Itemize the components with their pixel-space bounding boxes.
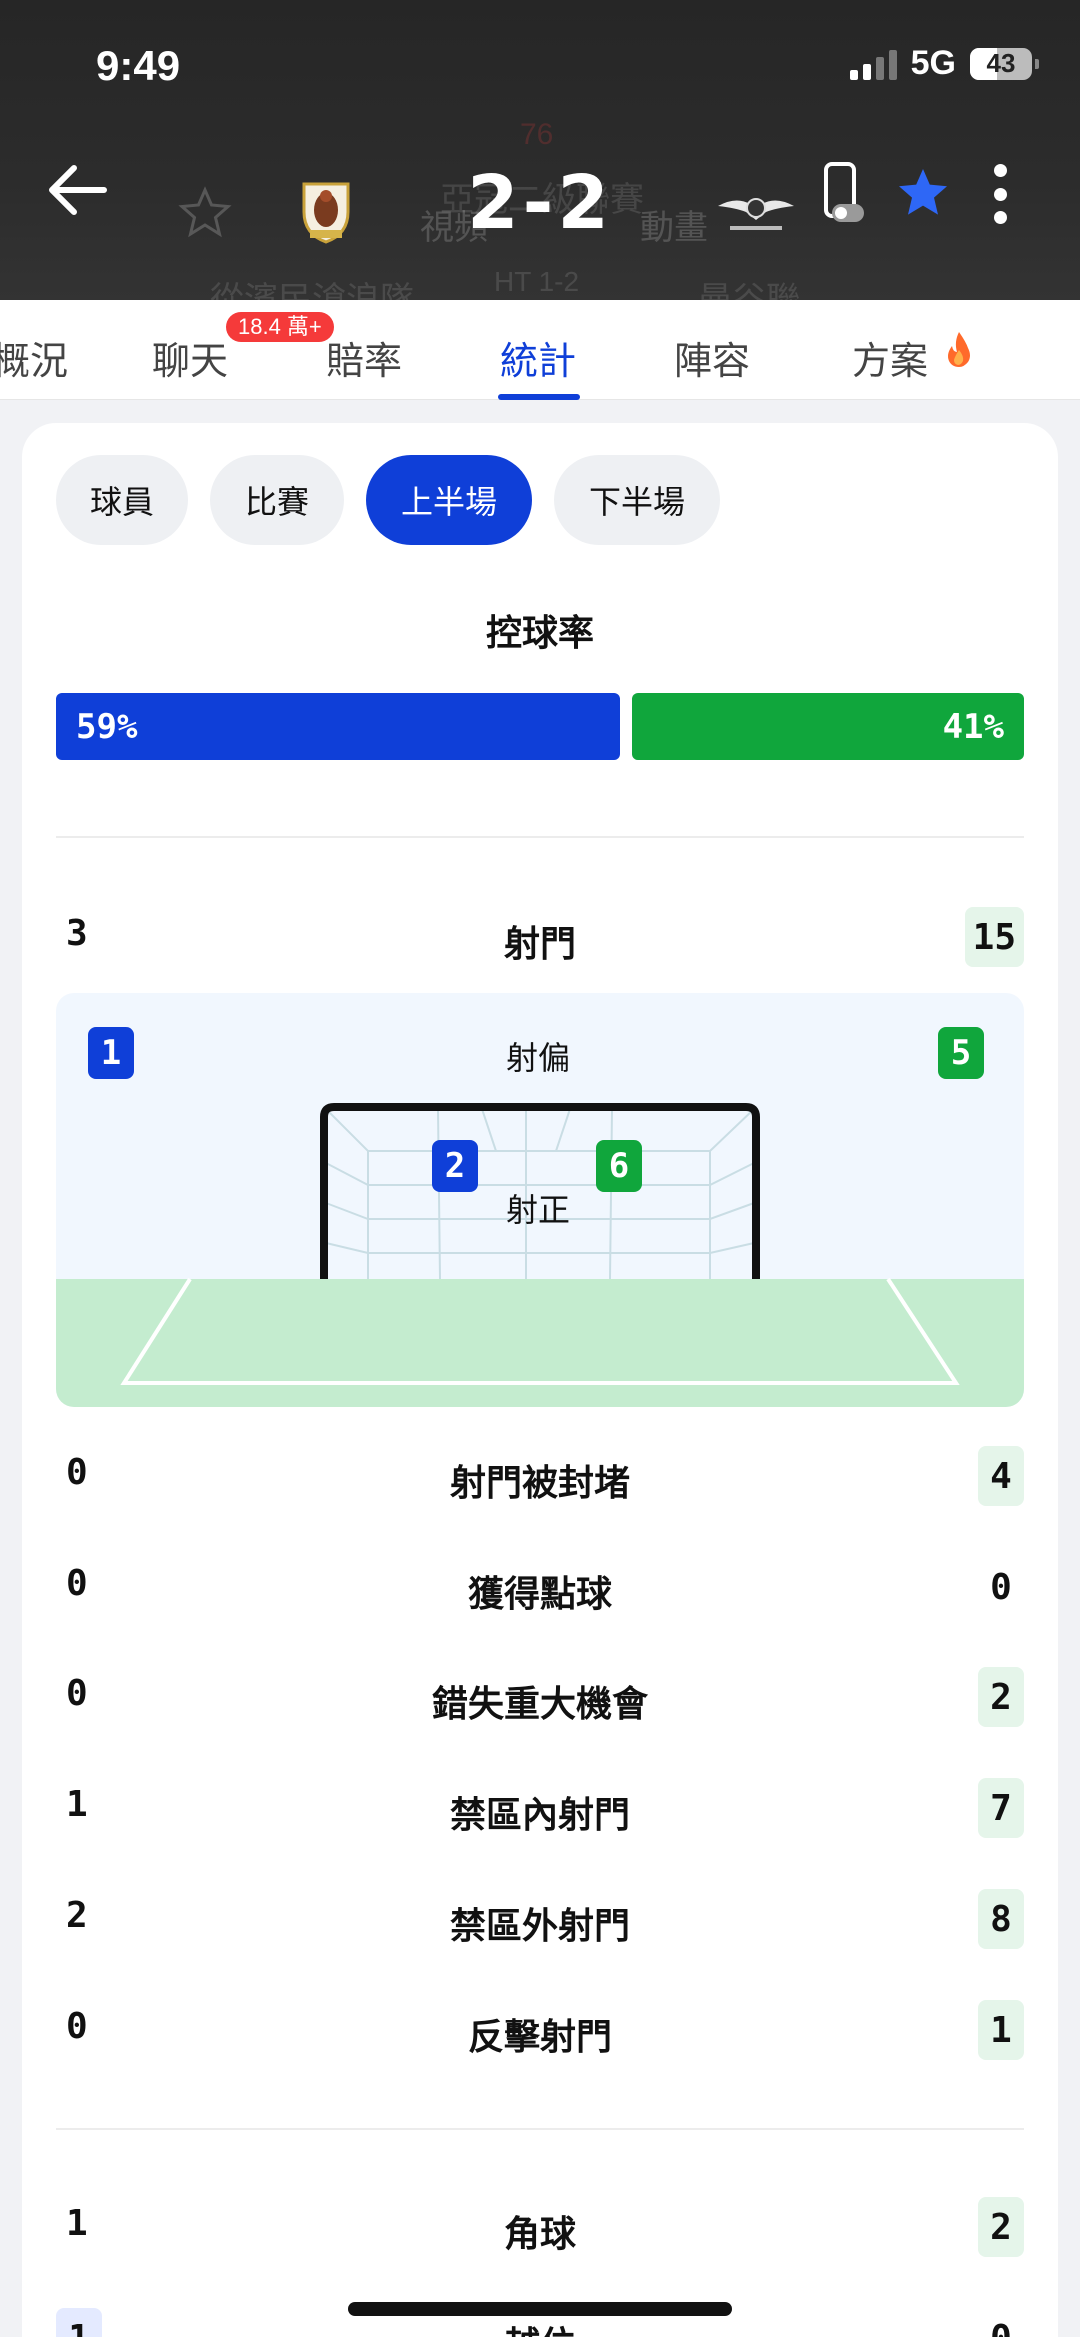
segment-match[interactable]: 比賽 — [210, 455, 344, 545]
tab-tips[interactable]: 方案 — [852, 330, 928, 385]
network-label: 5G — [910, 44, 956, 82]
possession-title: 控球率 — [485, 613, 594, 654]
possession-home-bar: 59% — [56, 693, 620, 760]
stat-label: 禁區外射門 — [449, 1906, 630, 1947]
chat-count-badge: 18.4 萬+ — [226, 312, 334, 342]
ghost-ht: HT 1-2 — [494, 266, 580, 297]
tab-chat[interactable]: 聊天 — [152, 330, 228, 385]
status-icons: 5G 43 — [849, 44, 1039, 83]
stat-row: 1 禁區內射門 7 — [56, 1778, 1024, 1838]
status-time: 9:49 — [96, 42, 181, 89]
stat-row: 2 禁區外射門 8 — [56, 1889, 1024, 1949]
stat-label: 反擊射門 — [467, 2017, 612, 2058]
possession-away-bar: 41% — [632, 693, 1024, 760]
off-target-label: 射偏 — [506, 1039, 571, 1077]
home-indicator[interactable] — [348, 2302, 732, 2316]
on-target-away: 6 — [596, 1140, 642, 1192]
stat-away: 1 — [978, 2000, 1024, 2060]
stat-label: 射門被封堵 — [449, 1463, 630, 1504]
off-target-home: 1 — [88, 1027, 134, 1079]
stat-away: 0 — [990, 1566, 1012, 1608]
off-target-away: 5 — [938, 1027, 984, 1079]
stat-row: 1 角球 2 — [56, 2197, 1024, 2257]
battery-level: 43 — [986, 48, 1016, 78]
stat-away: 2 — [978, 2197, 1024, 2257]
signal-icon — [849, 48, 897, 80]
stat-away: 4 — [978, 1446, 1024, 1506]
section-divider — [56, 836, 1024, 838]
stat-label: 錯失重大機會 — [431, 1684, 648, 1725]
on-target-label: 射正 — [506, 1191, 571, 1229]
segment-second-half[interactable]: 下半場 — [554, 455, 720, 545]
tab-overview[interactable]: 概況 — [0, 330, 68, 385]
away-team-logo[interactable] — [716, 190, 796, 236]
stat-away: 0 — [978, 2308, 1024, 2337]
possession-away-value: 41% — [942, 706, 1004, 747]
fire-icon — [948, 332, 970, 367]
stat-row: 0 錯失重大機會 2 — [56, 1667, 1024, 1727]
tab-bar: 概況 聊天 賠率 統計 陣容 方案 — [0, 300, 1080, 400]
tab-stats[interactable]: 統計 — [500, 330, 576, 385]
more-menu-icon[interactable] — [994, 164, 1007, 224]
phone-toggle-icon[interactable] — [822, 162, 866, 226]
ghost-away: 曼谷聯 — [698, 281, 800, 300]
segment-players[interactable]: 球員 — [56, 455, 188, 545]
stat-away: 7 — [978, 1778, 1024, 1838]
stat-row: 0 反擊射門 1 — [56, 2000, 1024, 2060]
stat-row: 0 射門被封堵 4 — [56, 1446, 1024, 1506]
tab-odds[interactable]: 賠率 — [326, 330, 402, 385]
ghost-home: 從濱民滄浪隊 — [210, 281, 414, 300]
stat-label: 獲得點球 — [467, 1574, 612, 1615]
stat-label: 越位 — [56, 2316, 1024, 2337]
shot-goal-diagram: 1 射偏 5 2 6 射正 — [56, 993, 1024, 1407]
stat-label: 角球 — [503, 2214, 576, 2255]
stat-row-shots: 3 射門 15 — [56, 907, 1024, 967]
section-divider — [56, 2128, 1024, 2130]
battery-icon: 43 — [970, 47, 1039, 80]
active-tab-indicator — [498, 394, 580, 400]
favorite-star-icon[interactable] — [896, 166, 950, 220]
stat-away: 2 — [978, 1667, 1024, 1727]
shots-label: 射門 — [503, 924, 576, 965]
stat-label: 禁區內射門 — [449, 1795, 630, 1836]
stat-away: 8 — [978, 1889, 1024, 1949]
tab-lineup[interactable]: 陣容 — [674, 330, 750, 385]
on-target-home: 2 — [432, 1140, 478, 1192]
ghost-minute: 76 — [520, 118, 554, 151]
shots-away: 15 — [964, 907, 1024, 967]
match-header: 9:49 5G 43 76 亞冠二級聯賽 視頻 動畫 從濱民滄浪隊 HT 1-2… — [0, 0, 1080, 300]
possession-home-value: 59% — [76, 706, 138, 747]
stat-row: 0 獲得點球 0 — [56, 1557, 1024, 1617]
segment-first-half[interactable]: 上半場 — [366, 455, 532, 545]
